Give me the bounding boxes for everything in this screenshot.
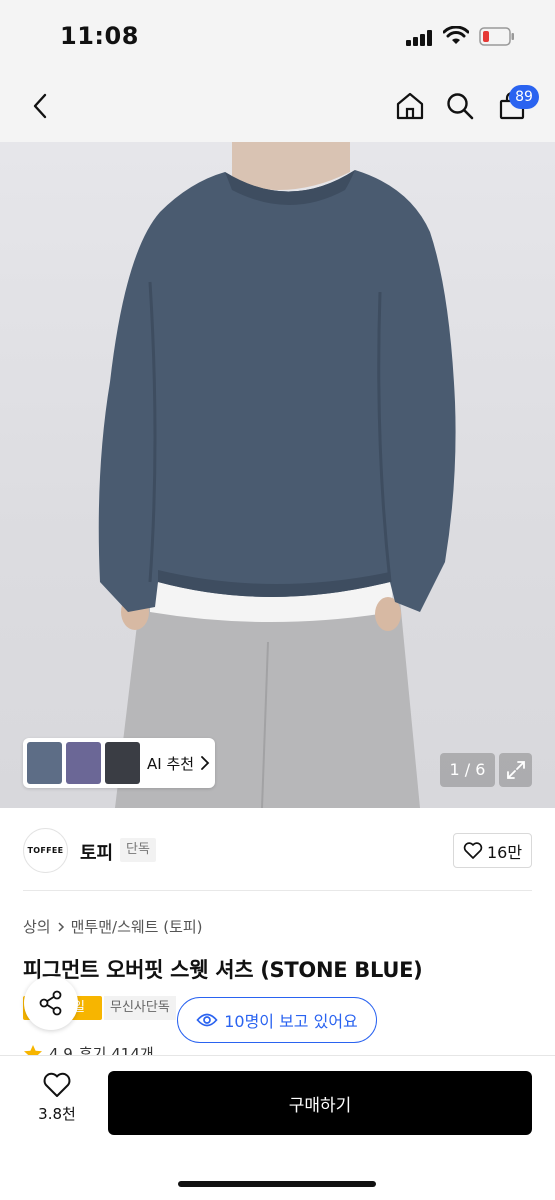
home-indicator [178,1181,376,1187]
product-title: 피그먼트 오버핏 스웻 셔츠 (STONE BLUE) [23,958,423,982]
breadcrumb-category[interactable]: 상의 [23,916,51,937]
chevron-right-icon [58,921,64,932]
signal-icon [406,30,434,46]
brand-logo[interactable]: TOFFEE [23,828,68,873]
brand-like-button[interactable]: 16만 [453,833,532,868]
product-image-gallery[interactable]: AI 추천 1 / 6 [0,142,555,808]
status-bar: 11:08 [0,0,555,72]
rating-value: 4.9 [49,1044,73,1056]
back-button[interactable] [18,84,62,128]
brand-name[interactable]: 토피 [80,839,113,865]
heart-icon [43,1072,71,1097]
share-icon [39,990,62,1016]
expand-icon [506,761,525,779]
search-icon [447,93,474,120]
top-nav [0,72,555,142]
image-page-indicator: 1 / 6 [440,753,495,787]
breadcrumb: 상의 맨투맨/스웨트 (토피) [23,916,203,937]
product-photo [98,142,456,808]
viewers-text: 10명이 보고 있어요 [224,1012,358,1031]
heart-icon [463,841,483,859]
share-button[interactable] [24,976,78,1030]
chevron-right-icon [201,756,210,770]
brand-exclusive-tag: 단독 [120,838,156,862]
wifi-icon [443,26,469,44]
expand-button[interactable] [499,753,532,787]
status-time: 11:08 [60,22,139,50]
star-icon [24,1045,42,1055]
breadcrumb-subcategory[interactable]: 맨투맨/스웨트 (토피) [71,916,203,937]
wishlist-count: 3.8천 [38,1105,76,1123]
viewers-count-pill: 10명이 보고 있어요 [177,997,377,1043]
ai-thumb-3 [105,742,140,784]
brand-like-count: 16만 [486,842,523,862]
search-button[interactable] [438,84,482,128]
ai-recommend-label: AI 추천 [147,755,195,773]
home-icon [396,92,424,120]
exclusive-badge: 무신사단독 [104,996,176,1020]
rating-row[interactable]: 4.9 후기 414개 [23,1043,323,1055]
home-button[interactable] [388,84,432,128]
ai-thumb-2 [66,742,101,784]
chevron-left-icon [33,93,47,119]
battery-icon [479,27,514,46]
ai-thumb-1 [27,742,62,784]
wishlist-button[interactable]: 3.8천 [28,1072,86,1134]
buy-button[interactable]: 구매하기 [108,1071,532,1135]
ai-recommend-button[interactable]: AI 추천 [23,738,215,788]
cart-count-badge: 89 [509,85,539,109]
eye-icon [196,1013,218,1027]
review-count: 후기 414개 [78,1045,154,1055]
divider [23,890,532,891]
